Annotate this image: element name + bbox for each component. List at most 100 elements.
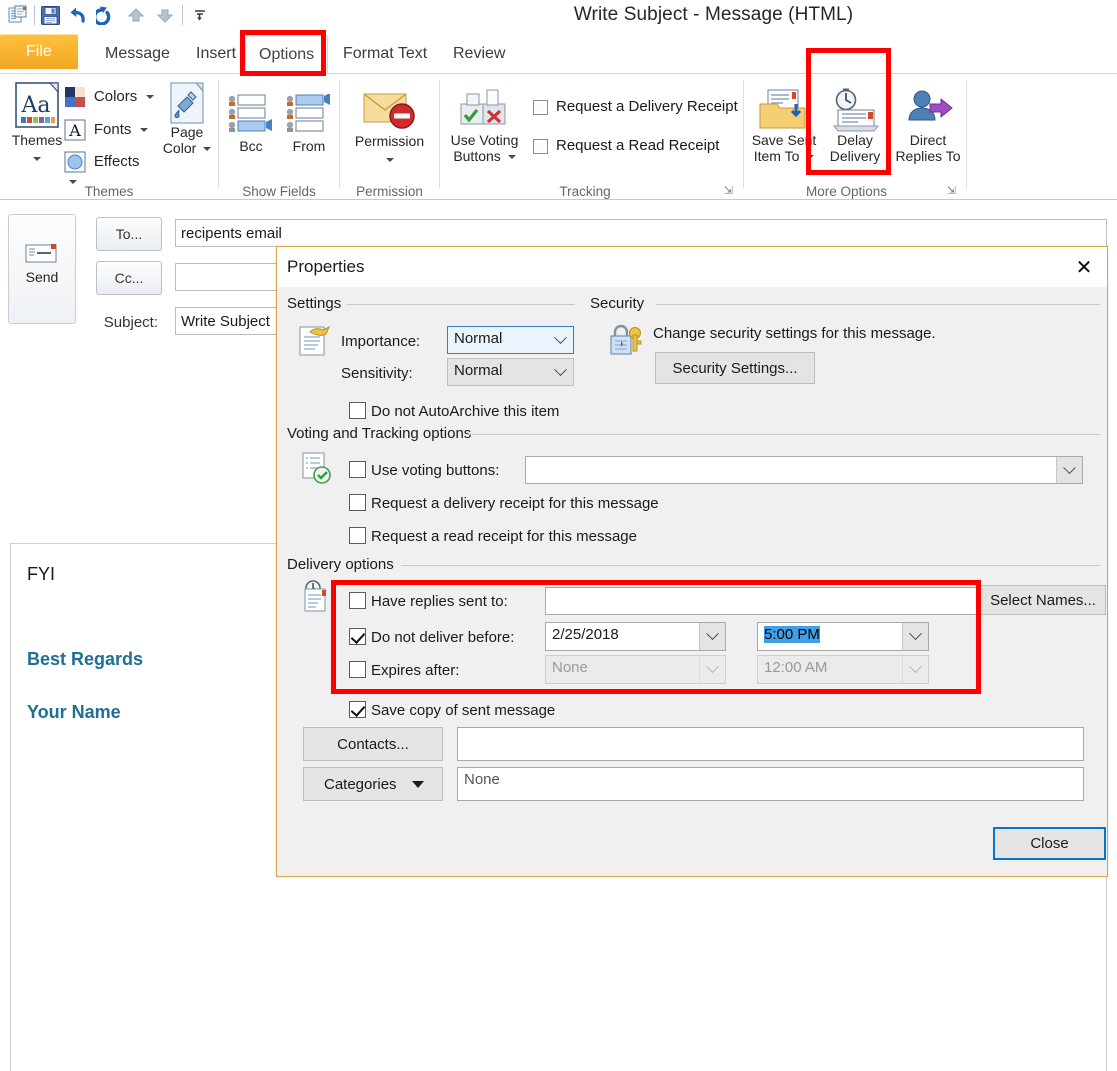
do-not-deliver-before-date[interactable]: 2/25/2018 (545, 622, 726, 651)
bcc-label: Bcc (239, 138, 263, 154)
to-field[interactable]: recipents email (175, 219, 1107, 247)
deliver-time-chevron-down-icon[interactable] (902, 623, 928, 650)
request-delivery-receipt-checkbox[interactable] (533, 100, 548, 115)
do-not-deliver-before-label[interactable]: Do not deliver before: (371, 629, 514, 646)
settings-group-label: Settings (285, 295, 347, 312)
expires-after-time[interactable]: 12:00 AM (757, 655, 929, 684)
ribbon-group-label-more-options: More Options (805, 184, 888, 199)
have-replies-sent-to-field[interactable] (545, 587, 987, 615)
properties-dialog: Properties ✕ Settings Importance: Normal… (276, 246, 1108, 877)
security-group-line (656, 304, 1100, 305)
lock-key-icon (609, 323, 643, 361)
tab-format-text[interactable]: Format Text (330, 35, 440, 73)
body-line-best-regards: Best Regards (27, 649, 144, 669)
request-read-receipt-label[interactable]: Request a Read Receipt (556, 137, 719, 154)
ribbon-group-themes: Aa Themes Colors A Fonts Effects Page Co… (0, 74, 218, 200)
ribbon-group-label-permission: Permission (356, 184, 423, 199)
theme-colors-button[interactable]: Colors (64, 86, 156, 108)
cc-button[interactable]: Cc... (96, 261, 162, 295)
security-description: Change security settings for this messag… (653, 325, 936, 342)
permission-button[interactable]: Permission (340, 88, 439, 165)
svg-text:Aa: Aa (20, 93, 50, 118)
do-not-deliver-before-date-value: 2/25/2018 (552, 626, 619, 643)
save-sent-chevron-down-icon[interactable] (806, 155, 815, 160)
categories-chevron-down-icon[interactable] (412, 780, 424, 788)
use-voting-chevron-down-icon[interactable] (507, 155, 516, 160)
delivery-clock-icon (301, 580, 333, 618)
use-voting-buttons-button[interactable]: Use Voting Buttons (442, 88, 527, 164)
voting-icon (301, 452, 333, 488)
close-icon[interactable]: ✕ (1071, 255, 1097, 279)
to-button[interactable]: To... (96, 217, 162, 251)
categories-button[interactable]: Categories (303, 767, 443, 801)
page-color-chevron-down-icon[interactable] (203, 147, 212, 152)
tab-insert[interactable]: Insert (183, 35, 249, 73)
ribbon-group-more-options: Save Sent Item To Delay Delivery Direct … (744, 74, 966, 200)
tab-review[interactable]: Review (440, 35, 518, 73)
close-button[interactable]: Close (993, 827, 1106, 860)
request-delivery-receipt-label[interactable]: Request a Delivery Receipt (556, 98, 738, 115)
svg-text:A: A (68, 121, 81, 140)
tab-options[interactable]: Options (245, 35, 329, 73)
request-read-receipt-dialog-checkbox[interactable] (349, 527, 366, 544)
expires-after-time-value: 12:00 AM (764, 659, 828, 676)
themes-chevron-down-icon[interactable] (33, 157, 41, 162)
contacts-button[interactable]: Contacts... (303, 727, 443, 761)
do-not-deliver-before-time-value: 5:00 PM (764, 626, 820, 643)
expires-after-date[interactable]: None (545, 655, 726, 684)
have-replies-sent-to-checkbox[interactable] (349, 592, 366, 609)
direct-replies-to-button[interactable]: Direct Replies To (890, 88, 966, 164)
request-delivery-receipt-dialog-label[interactable]: Request a delivery receipt for this mess… (371, 495, 659, 512)
do-not-deliver-before-checkbox[interactable] (349, 628, 366, 645)
importance-value: Normal (454, 330, 503, 347)
delay-delivery-label-2: Delivery (829, 148, 881, 164)
voting-buttons-select[interactable] (525, 456, 1083, 484)
themes-button[interactable]: Aa Themes (6, 82, 68, 164)
security-settings-button[interactable]: Security Settings... (655, 352, 815, 384)
save-copy-of-sent-message-checkbox[interactable] (349, 701, 366, 718)
page-color-button[interactable]: Page Color (158, 82, 216, 156)
tab-file[interactable]: File (0, 34, 78, 69)
expires-after-label[interactable]: Expires after: (371, 662, 459, 679)
ribbon: Aa Themes Colors A Fonts Effects Page Co… (0, 74, 1117, 200)
request-delivery-receipt-dialog-checkbox[interactable] (349, 494, 366, 511)
from-button[interactable]: From (281, 94, 337, 154)
use-voting-buttons-checkbox[interactable] (349, 461, 366, 478)
send-button[interactable]: Send (8, 214, 76, 324)
save-copy-of-sent-message-label[interactable]: Save copy of sent message (371, 702, 555, 719)
more-options-dialog-launcher-icon[interactable]: ⇲ (947, 184, 956, 197)
sensitivity-select[interactable]: Normal (447, 358, 574, 386)
select-names-button[interactable]: Select Names... (980, 585, 1106, 615)
request-read-receipt-checkbox[interactable] (533, 139, 548, 154)
delay-delivery-button[interactable]: Delay Delivery (820, 88, 890, 164)
tracking-dialog-launcher-icon[interactable]: ⇲ (724, 184, 733, 197)
request-read-receipt-dialog-label[interactable]: Request a read receipt for this message (371, 528, 637, 545)
save-sent-item-to-button[interactable]: Save Sent Item To (746, 88, 822, 164)
importance-chevron-down-icon[interactable] (547, 327, 573, 353)
voting-buttons-chevron-down-icon[interactable] (1056, 457, 1082, 483)
do-not-autoarchive-label[interactable]: Do not AutoArchive this item (371, 403, 559, 420)
page-color-label-1: Page (170, 124, 204, 140)
direct-replies-label-2: Replies To (895, 148, 961, 164)
do-not-deliver-before-time[interactable]: 5:00 PM (757, 622, 929, 651)
contacts-field[interactable] (457, 727, 1084, 761)
permission-chevron-down-icon[interactable] (385, 158, 394, 163)
expires-time-chevron-down-icon[interactable] (902, 656, 928, 683)
tab-message[interactable]: Message (92, 35, 183, 73)
theme-fonts-button[interactable]: A Fonts (64, 119, 156, 141)
sensitivity-chevron-down-icon[interactable] (547, 359, 573, 385)
have-replies-sent-to-label[interactable]: Have replies sent to: (371, 593, 508, 610)
theme-colors-chevron-down-icon[interactable] (146, 95, 155, 99)
use-voting-buttons-label[interactable]: Use voting buttons: (371, 462, 499, 479)
importance-select[interactable]: Normal (447, 326, 574, 354)
expires-after-checkbox[interactable] (349, 661, 366, 678)
expires-date-chevron-down-icon[interactable] (699, 656, 725, 683)
themes-button-label: Themes (11, 132, 63, 148)
bcc-button[interactable]: Bcc (223, 94, 279, 154)
categories-field[interactable]: None (457, 767, 1084, 801)
theme-fonts-chevron-down-icon[interactable] (140, 128, 149, 132)
theme-colors-label: Colors (93, 88, 138, 105)
deliver-date-chevron-down-icon[interactable] (699, 623, 725, 650)
do-not-autoarchive-checkbox[interactable] (349, 402, 366, 419)
delay-delivery-label-1: Delay (837, 132, 873, 148)
